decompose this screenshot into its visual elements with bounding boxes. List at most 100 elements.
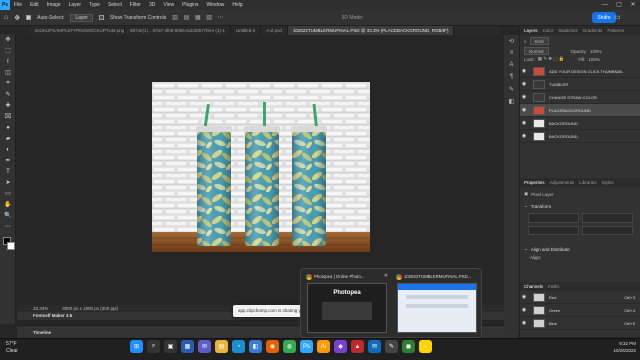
search-icon[interactable]: ⌕ [147, 340, 160, 353]
menu-image[interactable]: Image [43, 2, 65, 8]
close-icon[interactable]: ✕ [384, 273, 388, 279]
opacity-value[interactable]: 100% [590, 49, 602, 54]
maximize-button[interactable]: ▢ [612, 0, 626, 10]
blend-mode-dropdown[interactable]: Normal [524, 47, 549, 55]
color-swatches[interactable] [0, 236, 16, 252]
tool-12-icon[interactable]: T [0, 166, 16, 177]
tool-15-icon[interactable]: ✋ [0, 199, 16, 210]
layer-row[interactable]: ◉ BACKGROUND [520, 117, 640, 130]
tab-swatches[interactable]: Swatches [558, 28, 578, 33]
eye-icon[interactable]: ◉ [520, 94, 528, 100]
tool-6-icon[interactable]: ✚ [0, 100, 16, 111]
tab-layers[interactable]: Layers [524, 28, 538, 33]
show-transform-checkbox[interactable] [98, 15, 104, 20]
auto-select-checkbox[interactable] [26, 15, 32, 20]
system-clock[interactable]: 9:32 PM 10/26/2022 [590, 340, 636, 354]
taskview-icon[interactable]: ▣ [164, 340, 177, 353]
tab-styles[interactable]: Styles [602, 180, 614, 185]
eye-icon[interactable]: ◉ [520, 68, 528, 74]
background-color[interactable] [7, 242, 15, 250]
menu-file[interactable]: File [10, 2, 26, 8]
menu-edit[interactable]: Edit [26, 2, 43, 8]
explorer-icon[interactable]: ▤ [215, 340, 228, 353]
minimize-button[interactable]: — [598, 0, 612, 10]
layer-row[interactable]: ◉ TUMBLER [520, 78, 640, 91]
menu-filter[interactable]: Filter [126, 2, 145, 8]
transform-fields[interactable] [528, 213, 633, 235]
tool-14-icon[interactable]: ▭ [0, 188, 16, 199]
tool-2-icon[interactable]: ℓ [0, 56, 16, 67]
tool-7-icon[interactable]: ⌧ [0, 111, 16, 122]
app-icon-3[interactable]: ✎ [385, 340, 398, 353]
menu-help[interactable]: Help [228, 2, 246, 8]
illustrator-icon[interactable]: Ai [317, 340, 330, 353]
eye-icon[interactable]: ◉ [520, 120, 528, 126]
auto-select-target-dropdown[interactable]: Layer [70, 13, 93, 22]
move-tool-icon[interactable]: ✥ [14, 14, 20, 22]
menu-layer[interactable]: Layer [65, 2, 86, 8]
tool-4-icon[interactable]: ⌗ [0, 78, 16, 89]
tab-document-1[interactable]: IDOKUPSAMPLEFYPNGMOCKUPTUM.png [30, 26, 125, 35]
layer-row[interactable]: ◉ CHANGE STRAW COLOR [520, 91, 640, 104]
weather-widget[interactable]: 57°F Clear [6, 341, 18, 355]
firefox-icon[interactable]: ◉ [266, 340, 279, 353]
menu-view[interactable]: View [159, 2, 178, 8]
home-icon[interactable]: ⌂ [4, 14, 8, 21]
lock-icons[interactable]: ▦ ✎ ✥ ⬚ 🔒 [538, 56, 565, 62]
tab-color[interactable]: Color [543, 28, 554, 33]
layer-row[interactable]: ◉ ADD YOUR DESIGN CLICK THUMBNAIL [520, 65, 640, 78]
menu-3d[interactable]: 3D [145, 2, 159, 8]
chat-icon[interactable]: ✉ [198, 340, 211, 353]
channel-row[interactable]: ◉ Green Ctrl+4 [520, 304, 640, 317]
tab-document-4[interactable]: A-Z.psd [261, 26, 288, 35]
properties-icon[interactable]: ≡ [504, 47, 519, 59]
tool-3-icon[interactable]: ◫ [0, 67, 16, 78]
tab-patterns[interactable]: Patterns [607, 28, 624, 33]
eye-icon[interactable]: ◉ [520, 294, 528, 300]
tool-1-icon[interactable]: ⬚ [0, 45, 16, 56]
widgets-icon[interactable]: ▦ [181, 340, 194, 353]
app-icon[interactable]: ◆ [334, 340, 347, 353]
kind-dropdown[interactable]: Kind [529, 37, 549, 45]
edge-icon[interactable]: ◔ [232, 340, 245, 353]
menu-type[interactable]: Type [85, 2, 104, 8]
tab-paths[interactable]: Paths [548, 284, 560, 289]
eye-icon[interactable]: ◉ [520, 133, 528, 139]
menu-select[interactable]: Select [104, 2, 126, 8]
tool-9-icon[interactable]: ▰ [0, 133, 16, 144]
search-icon[interactable]: ⌕ [604, 13, 608, 21]
chrome-icon[interactable]: ◍ [283, 340, 296, 353]
tool-10-icon[interactable]: ◐ [0, 144, 16, 155]
eye-icon[interactable]: ◉ [520, 320, 528, 326]
eye-icon[interactable]: ◉ [520, 307, 528, 313]
character-icon[interactable]: A [504, 59, 519, 71]
tool-0-icon[interactable]: ✥ [0, 34, 16, 45]
eye-icon[interactable]: ◉ [520, 107, 528, 113]
zoom-value[interactable]: 33.33% [33, 306, 48, 311]
tool-5-icon[interactable]: ✎ [0, 89, 16, 100]
mail-icon[interactable]: ✉ [368, 340, 381, 353]
layer-row[interactable]: ◉ BACKGROUND [520, 130, 640, 143]
app-icon-2[interactable]: ▲ [351, 340, 364, 353]
close-button[interactable]: ✕ [626, 0, 640, 10]
channel-row[interactable]: ◉ Red Ctrl+3 [520, 291, 640, 304]
tab-gradients[interactable]: Gradients [583, 28, 603, 33]
tool-13-icon[interactable]: ➤ [0, 177, 16, 188]
tool-17-icon[interactable]: ⋯ [0, 221, 16, 232]
channel-row[interactable]: ◉ Blue Ctrl+5 [520, 317, 640, 330]
glyphs-icon[interactable]: ◧ [504, 95, 519, 107]
paragraph-icon[interactable]: ¶ [504, 71, 519, 83]
align-section[interactable]: ⌄ Align and Distribute [520, 245, 640, 253]
preview-card-photopea[interactable]: Photopea | Online Photo... ✕ Photopea [305, 273, 389, 333]
workspace-icon[interactable]: ▭ [614, 13, 621, 21]
3d-mode-icon[interactable]: 3D Mode: [342, 15, 364, 21]
tab-properties[interactable]: Properties [524, 180, 545, 185]
document-canvas[interactable] [152, 82, 370, 252]
tab-adjustments[interactable]: Adjustments [550, 180, 575, 185]
align-icons[interactable]: ▥ ▤ ▦ ▧ ⋯ [172, 14, 225, 21]
tab-document-active[interactable]: 102622TUMBLERMUFINAL.PSD @ 33.3% (PLACEB… [287, 26, 455, 35]
fill-value[interactable]: 100% [588, 57, 600, 62]
tab-document-2[interactable]: 6874e(1) ...87a7-4f05-8055-51b38577fern … [125, 26, 231, 35]
windows-icon[interactable]: ⊞ [130, 340, 143, 353]
eye-icon[interactable]: ◉ [520, 81, 528, 87]
